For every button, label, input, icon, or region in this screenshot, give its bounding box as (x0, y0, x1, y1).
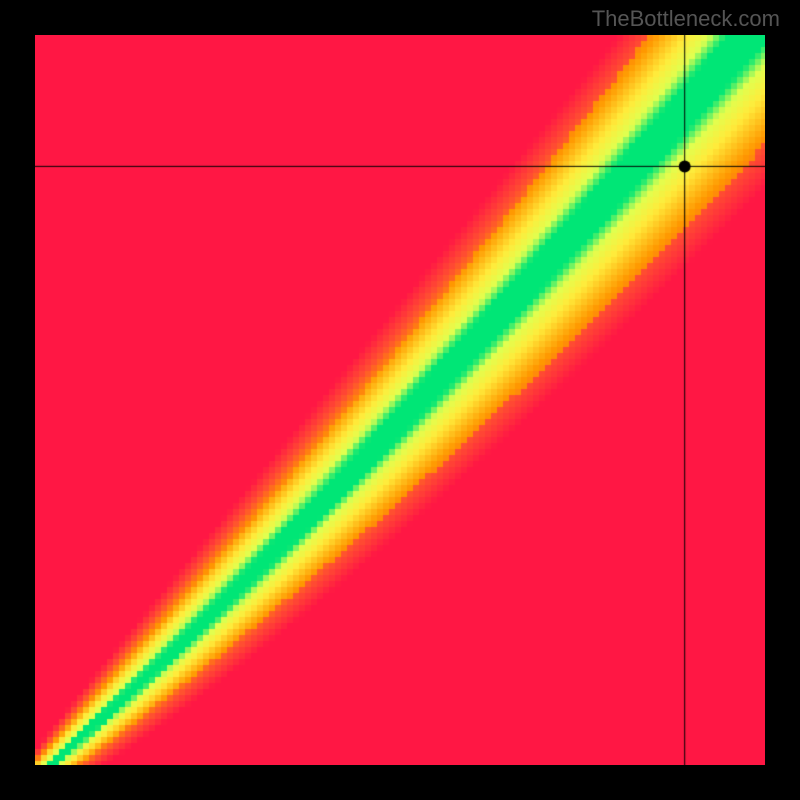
bottleneck-heatmap (35, 35, 765, 765)
chart-container: TheBottleneck.com (0, 0, 800, 800)
watermark-text: TheBottleneck.com (592, 6, 780, 32)
